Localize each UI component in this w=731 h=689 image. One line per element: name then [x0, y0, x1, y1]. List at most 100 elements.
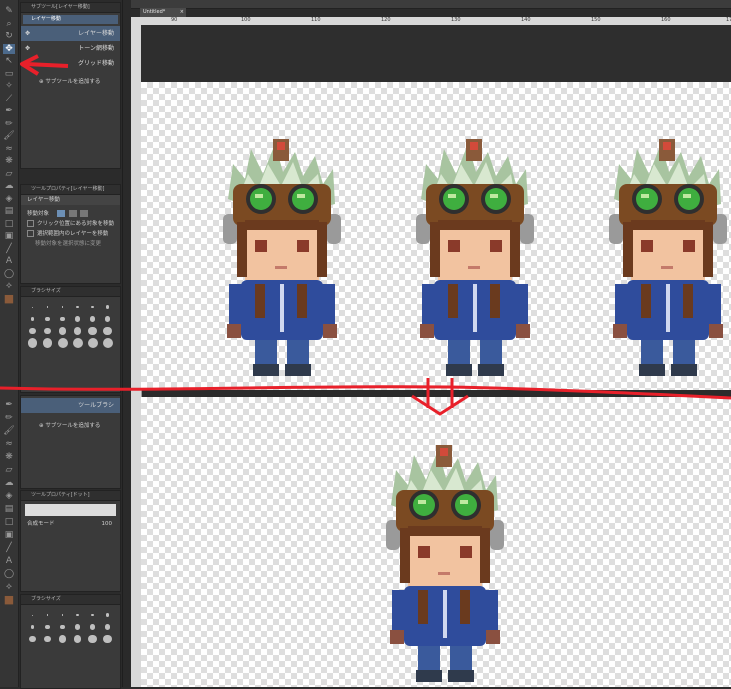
main-color-icon[interactable]: ■	[3, 594, 15, 605]
brush-size-cell[interactable]	[70, 313, 85, 325]
brush-size-cell[interactable]	[25, 301, 40, 313]
brush-size-cell[interactable]	[40, 337, 55, 349]
brush-size-cell[interactable]	[70, 325, 85, 337]
line-correction-icon[interactable]: ⟡	[3, 281, 15, 291]
zoom-icon[interactable]: ⌕	[3, 19, 15, 29]
close-icon[interactable]: ×	[180, 8, 184, 17]
brush-size-cell[interactable]	[55, 609, 70, 621]
pen-tool-icon[interactable]: ✒	[3, 106, 15, 116]
balloon-icon[interactable]: ◯	[3, 569, 15, 579]
eyedropper-icon[interactable]: ⟋	[3, 94, 15, 104]
blend-mode-row[interactable]: 合成モード 100	[21, 519, 120, 529]
brush-size-cell[interactable]	[70, 621, 85, 633]
canvas-top[interactable]	[141, 82, 731, 390]
brush-icon[interactable]: 🖌	[3, 426, 15, 436]
balloon-icon[interactable]: ◯	[3, 269, 15, 279]
option-selection-layer[interactable]: 選択範囲内のレイヤーを移動	[21, 229, 120, 239]
pen-icon[interactable]: ✎	[3, 6, 15, 16]
blend-icon[interactable]: ☁	[3, 181, 15, 191]
figure-icon[interactable]: □	[3, 517, 15, 527]
checkbox[interactable]	[27, 230, 34, 237]
add-subtool-button[interactable]: ⊕ サブツールを追加する	[21, 421, 120, 429]
brush-size-cell[interactable]	[25, 325, 40, 337]
rotate-icon[interactable]: ↻	[3, 31, 15, 41]
frame-icon[interactable]: ▣	[3, 231, 15, 241]
brush-size-cell[interactable]	[55, 633, 70, 645]
option-change-selection[interactable]: 移動対象を選択状態に変更	[21, 239, 120, 249]
gradient-icon[interactable]: ▤	[3, 206, 15, 216]
eraser-icon[interactable]: ▱	[3, 465, 15, 475]
brush-size-cell[interactable]	[70, 337, 85, 349]
brush-size-cell[interactable]	[85, 313, 100, 325]
brush-size-cell[interactable]	[55, 325, 70, 337]
auto-select-icon[interactable]: ✧	[3, 81, 15, 91]
brush-size-cell[interactable]	[85, 301, 100, 313]
canvas-bottom[interactable]	[141, 397, 731, 687]
brush-size-cell[interactable]	[85, 609, 100, 621]
brush-size-cell[interactable]	[40, 301, 55, 313]
decoration-icon[interactable]: ❋	[3, 156, 15, 166]
brush-icon[interactable]: 🖌	[3, 131, 15, 141]
brush-size-cell[interactable]	[40, 325, 55, 337]
brush-size-cell[interactable]	[25, 621, 40, 633]
brush-size-cell[interactable]	[100, 633, 115, 645]
brush-size-cell[interactable]	[100, 337, 115, 349]
subtool-item-layer-move[interactable]: ✥ レイヤー移動	[21, 26, 120, 41]
brush-size-cell[interactable]	[40, 609, 55, 621]
brush-size-cell[interactable]	[85, 633, 100, 645]
brush-size-cell[interactable]	[55, 621, 70, 633]
brush-size-cell[interactable]	[55, 337, 70, 349]
eraser-icon[interactable]: ▱	[3, 169, 15, 179]
pen-tool-icon[interactable]: ✒	[3, 400, 15, 410]
pencil-icon[interactable]: ✏	[3, 119, 15, 129]
brush-size-cell[interactable]	[25, 609, 40, 621]
frame-icon[interactable]: ▣	[3, 530, 15, 540]
brush-size-cell[interactable]	[25, 337, 40, 349]
brush-size-cell[interactable]	[85, 621, 100, 633]
blend-value[interactable]: 100	[102, 519, 113, 529]
main-color-icon[interactable]: ■	[3, 293, 15, 304]
brush-size-cell[interactable]	[55, 313, 70, 325]
brush-size-cell[interactable]	[25, 313, 40, 325]
brush-size-cell[interactable]	[100, 325, 115, 337]
target-layer-icon[interactable]	[56, 210, 65, 217]
checkbox[interactable]	[27, 220, 34, 227]
subtool-group-tab[interactable]: レイヤー移動	[23, 15, 118, 24]
add-subtool-button[interactable]: ⊕ サブツールを追加する	[21, 77, 120, 85]
document-tab[interactable]: Untitled* ×	[140, 8, 186, 17]
line-correction-icon[interactable]: ⟡	[3, 582, 15, 592]
brush-size-cell[interactable]	[25, 633, 40, 645]
fill-icon[interactable]: ◈	[3, 194, 15, 204]
pencil-icon[interactable]: ✏	[3, 413, 15, 423]
blend-icon[interactable]: ☁	[3, 478, 15, 488]
text-icon[interactable]: A	[3, 256, 15, 266]
fill-icon[interactable]: ◈	[3, 491, 15, 501]
target-tone-icon[interactable]	[68, 210, 77, 217]
subtool-item-grid-move[interactable]: ⊞ グリッド移動	[21, 56, 120, 71]
brush-size-cell[interactable]	[85, 325, 100, 337]
target-grid-icon[interactable]	[80, 210, 89, 217]
brush-size-cell[interactable]	[40, 633, 55, 645]
move-target-row[interactable]: 移動対象	[21, 209, 120, 219]
decoration-icon[interactable]: ❋	[3, 452, 15, 462]
brush-size-cell[interactable]	[100, 313, 115, 325]
brush-size-cell[interactable]	[70, 633, 85, 645]
brush-size-cell[interactable]	[70, 609, 85, 621]
airbrush-icon[interactable]: ≈	[3, 439, 15, 449]
brush-size-cell[interactable]	[55, 301, 70, 313]
move-icon[interactable]: ✥	[3, 43, 15, 54]
brush-size-cell[interactable]	[70, 301, 85, 313]
option-click-position[interactable]: クリック位置にある対象を移動	[21, 219, 120, 229]
brush-size-cell[interactable]	[40, 621, 55, 633]
brush-size-cell[interactable]	[100, 609, 115, 621]
gradient-icon[interactable]: ▤	[3, 504, 15, 514]
brush-size-cell[interactable]	[100, 621, 115, 633]
figure-icon[interactable]: □	[3, 219, 15, 229]
ruler-icon[interactable]: ╱	[3, 244, 15, 254]
ruler-icon[interactable]: ╱	[3, 543, 15, 553]
panel-scrollbar[interactable]	[122, 0, 131, 687]
airbrush-icon[interactable]: ≈	[3, 144, 15, 154]
operation-icon[interactable]: ↖	[3, 56, 15, 66]
subtool-item-tone-move[interactable]: ✥ トーン網移動	[21, 41, 120, 56]
brush-size-cell[interactable]	[40, 313, 55, 325]
